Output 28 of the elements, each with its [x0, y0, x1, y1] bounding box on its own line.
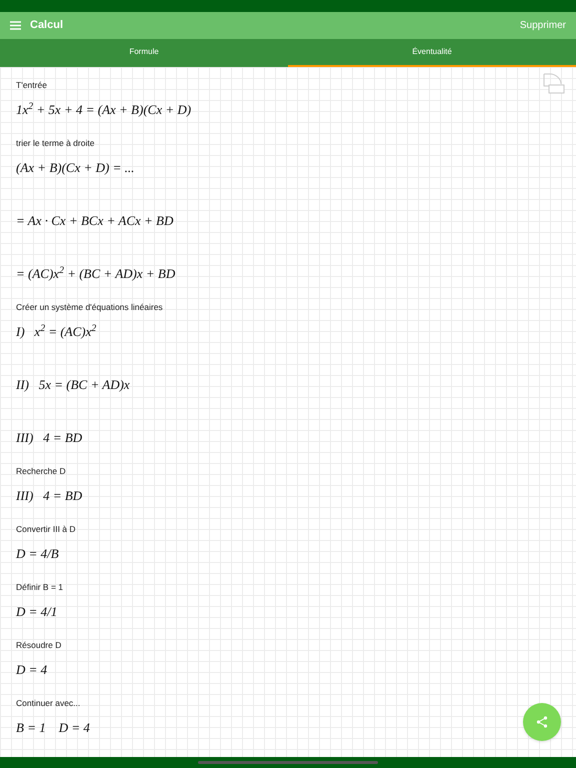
- step-label: Continuer avec...: [16, 697, 80, 709]
- share-button[interactable]: [523, 703, 561, 741]
- tab[interactable]: Formule: [0, 39, 288, 67]
- share-icon: [536, 716, 548, 728]
- menu-icon[interactable]: [10, 21, 21, 30]
- math-formula: II) 5x = (BC + AD)x: [16, 377, 130, 393]
- step-label: trier le terme à droite: [16, 137, 94, 149]
- math-formula: B = 1 D = 4: [16, 720, 90, 736]
- math-formula: III) 4 = BD: [16, 430, 82, 446]
- math-formula: D = 4/1: [16, 604, 58, 620]
- step-label: Résoudre D: [16, 639, 62, 651]
- app-title: Calcul: [30, 18, 64, 34]
- math-formula: III) 4 = BD: [16, 488, 82, 504]
- math-formula: = Ax · Cx + BCx + ACx + BD: [16, 213, 174, 229]
- step-label: Recherche D: [16, 465, 66, 477]
- math-formula: = (AC)x$^{2}$ + (BC + AD)x + BD: [16, 266, 176, 282]
- math-formula: 1x$^{2}$ + 5x + 4 = (Ax + B)(Cx + D): [16, 102, 192, 118]
- step-label: Définir B = 1: [16, 581, 64, 593]
- math-formula: (Ax + B)(Cx + D) = ...: [16, 160, 134, 176]
- delete-button[interactable]: Supprimer: [520, 18, 566, 33]
- tab[interactable]: Éventualité: [288, 39, 576, 67]
- math-formula: D = 4/B: [16, 546, 59, 562]
- step-label: T'entrée: [16, 79, 47, 91]
- math-formula: D = 4: [16, 662, 48, 678]
- step-label: Convertir III à D: [16, 523, 76, 535]
- copy-icon[interactable]: [543, 73, 565, 94]
- math-formula: I) x$^{2}$ = (AC)x$^{2}$: [16, 324, 96, 340]
- step-label: Créer un système d'équations linéaires: [16, 301, 163, 313]
